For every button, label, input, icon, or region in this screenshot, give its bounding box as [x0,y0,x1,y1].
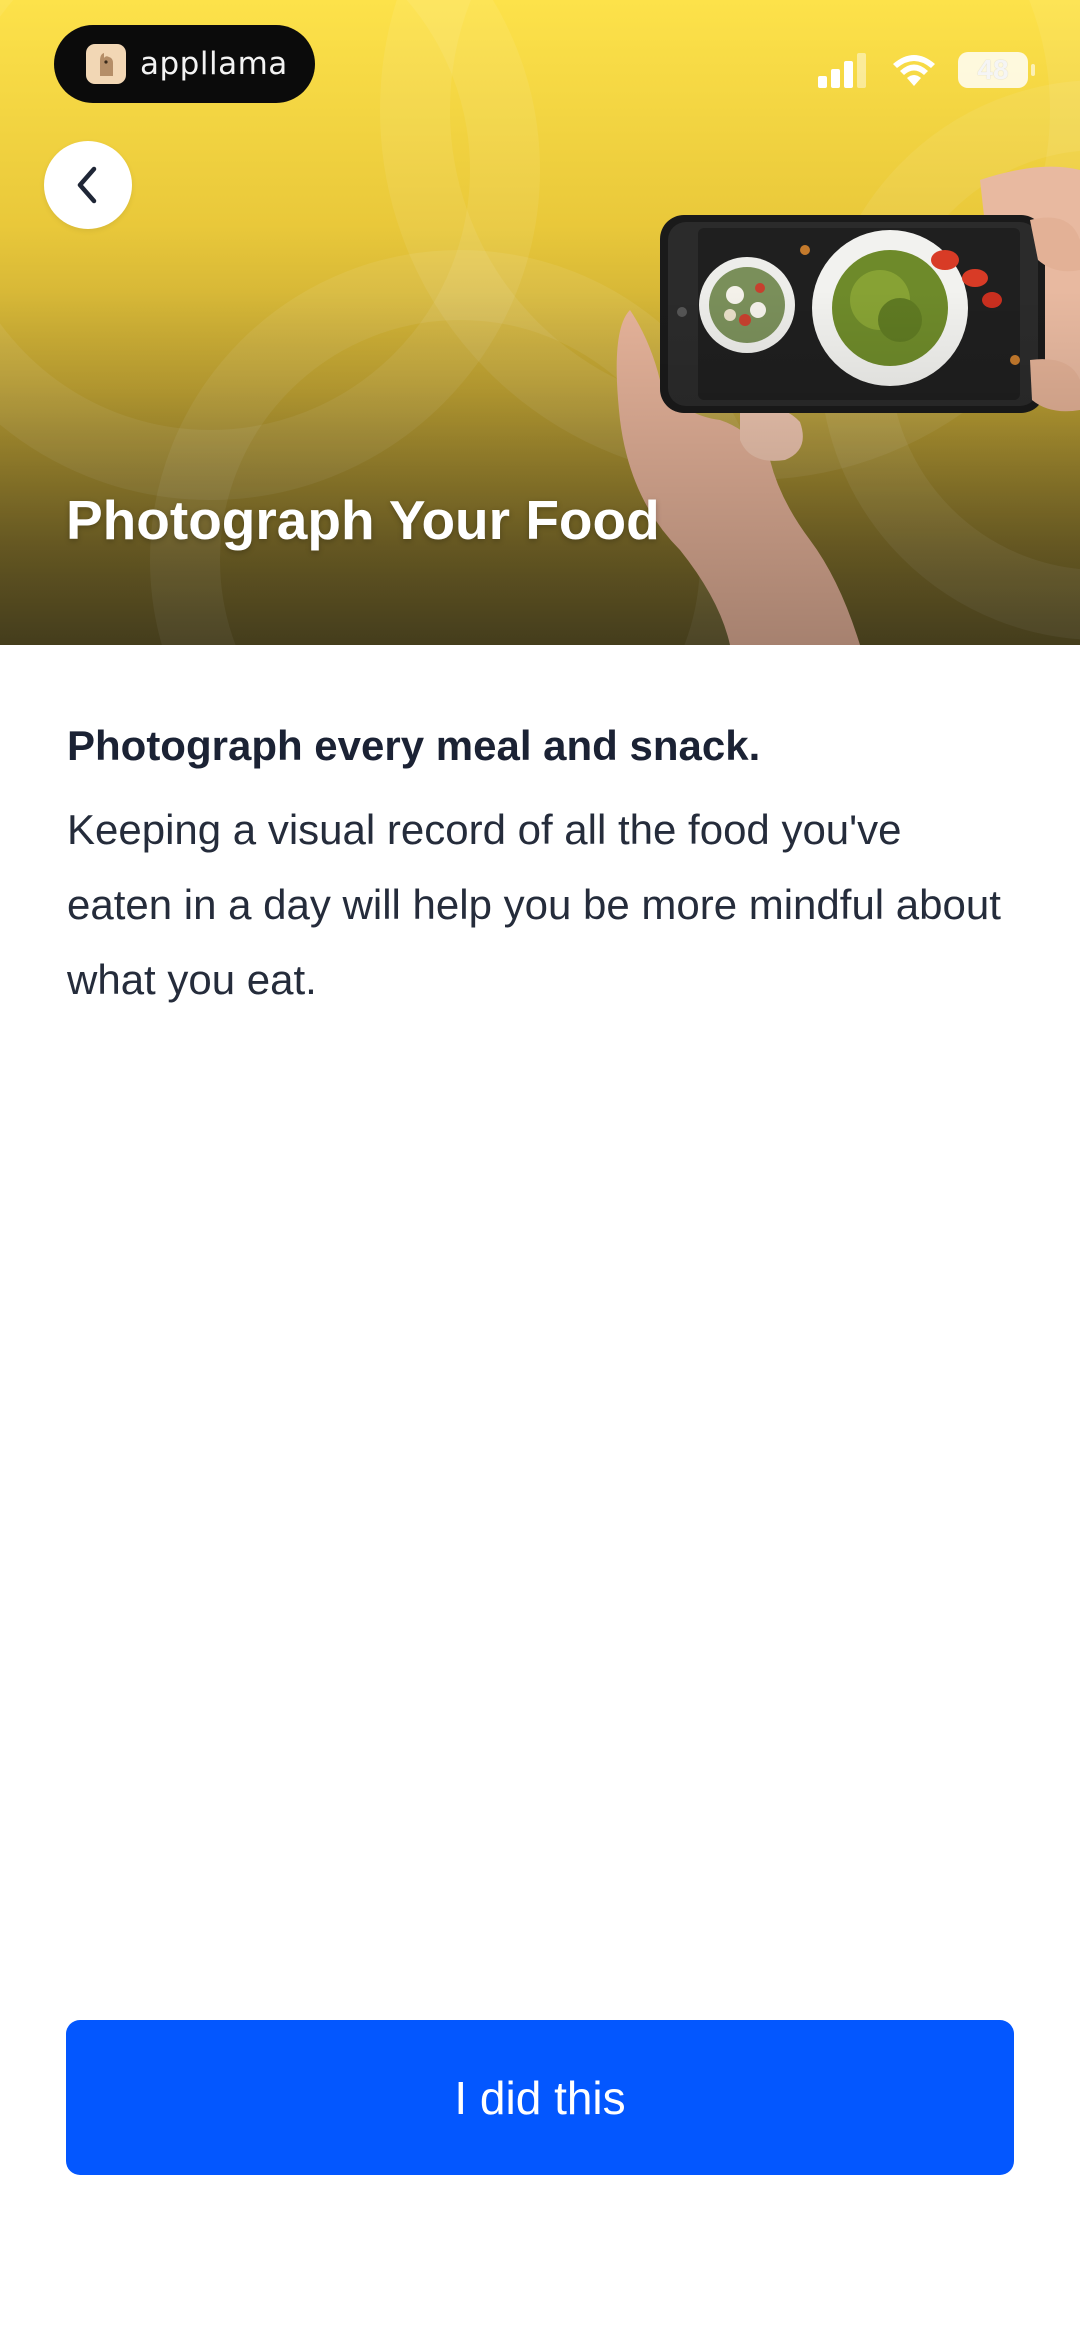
chevron-left-icon [77,166,97,204]
app-badge: appllama [54,25,315,103]
content-body: Keeping a visual record of all the food … [67,806,1001,1003]
app-name: appllama [140,46,288,82]
battery-level: 48 [977,54,1009,85]
wifi-icon [893,55,935,86]
battery-icon: 48 [958,52,1035,88]
llama-logo-icon [86,44,126,84]
content-section: Photograph every meal and snack. Keeping… [67,722,1017,1017]
content-subtitle: Photograph every meal and snack. [67,722,761,769]
back-button[interactable] [44,141,132,229]
status-bar: 48 [818,52,1035,88]
page-title: Photograph Your Food [66,489,660,551]
i-did-this-button[interactable]: I did this [66,2020,1014,2175]
signal-icon [818,53,866,88]
